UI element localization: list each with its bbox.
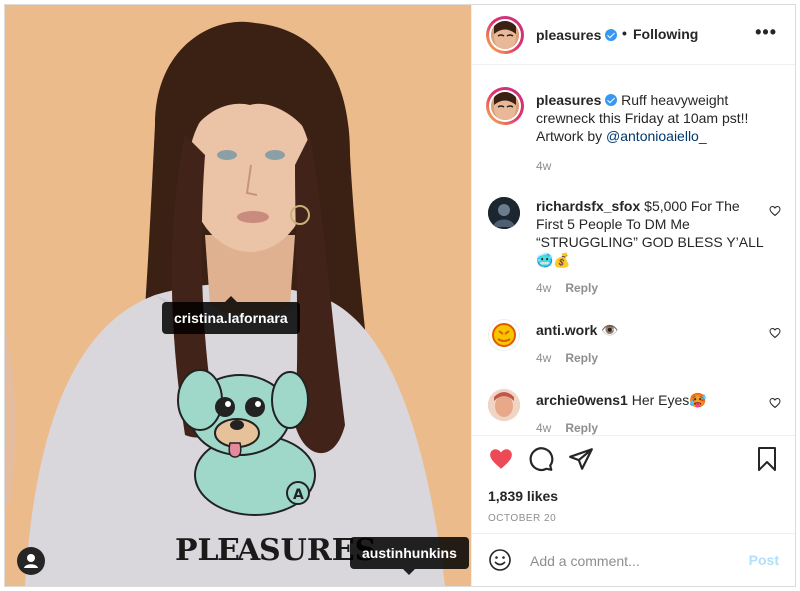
caption-avatar[interactable] <box>486 87 524 125</box>
comment-item: archie0wens1 Her Eyes🥵 4w Reply <box>472 385 795 435</box>
more-options-icon[interactable]: ••• <box>755 22 777 43</box>
caption-username[interactable]: pleasures <box>536 92 601 108</box>
photo-tag-austin[interactable]: austinhunkins <box>350 537 469 575</box>
comment-body: richardsfx_sfox $5,000 For The First 5 P… <box>536 197 768 269</box>
following-button[interactable]: Following <box>633 26 698 42</box>
comments-list[interactable]: pleasures Ruff heavyweight crewneck this… <box>472 65 795 435</box>
person-icon <box>24 554 38 568</box>
comment-username[interactable]: anti.work <box>536 322 597 338</box>
post-comment-button[interactable]: Post <box>749 552 779 568</box>
comment-time[interactable]: 4w <box>536 351 551 365</box>
comment-text: 👁️ <box>601 322 619 338</box>
bookmark-icon[interactable] <box>755 446 779 472</box>
photo-tag-cristina[interactable]: cristina.lafornara <box>162 296 300 334</box>
svg-text:A: A <box>293 487 304 503</box>
post-header: pleasures • Following ••• <box>472 5 795 65</box>
caption-meta: 4w <box>536 159 551 173</box>
header-separator: • <box>622 25 627 41</box>
comment-meta: 4w Reply <box>536 421 598 435</box>
comment-text: Her Eyes🥵 <box>631 392 707 408</box>
instagram-post-modal: A PL E A SURES cristina.lafornara austin… <box>4 4 796 587</box>
caption-time[interactable]: 4w <box>536 159 551 173</box>
comment-item: richardsfx_sfox $5,000 For The First 5 P… <box>472 193 795 303</box>
likes-count[interactable]: 1,839 likes <box>488 488 558 504</box>
comment-icon[interactable] <box>528 446 554 472</box>
comment-meta: 4w Reply <box>536 281 598 295</box>
comment-time[interactable]: 4w <box>536 281 551 295</box>
svg-text:A: A <box>236 533 261 568</box>
comment-item: anti.work 👁️ 4w Reply <box>472 315 795 375</box>
emoji-smiley-icon[interactable] <box>488 548 512 572</box>
comment-body: archie0wens1 Her Eyes🥵 <box>536 391 768 409</box>
comment-avatar[interactable] <box>488 197 520 229</box>
add-comment-bar: Post <box>472 533 795 586</box>
reply-button[interactable]: Reply <box>565 281 598 295</box>
comment-meta: 4w Reply <box>536 351 598 365</box>
comment-avatar[interactable] <box>488 319 520 351</box>
comment-avatar[interactable] <box>488 389 520 421</box>
like-heart-icon[interactable] <box>488 446 514 472</box>
mention-link[interactable]: @antonioaiello_ <box>606 128 707 144</box>
reply-button[interactable]: Reply <box>565 351 598 365</box>
post-actions: 1,839 likes OCTOBER 20 <box>472 435 795 535</box>
post-side-panel: pleasures • Following ••• pleasures Ruff… <box>471 5 795 586</box>
post-date[interactable]: OCTOBER 20 <box>488 513 556 524</box>
like-comment-heart-icon[interactable] <box>769 327 781 339</box>
comment-username[interactable]: richardsfx_sfox <box>536 198 640 214</box>
verified-badge-icon <box>605 29 618 41</box>
header-username-text[interactable]: pleasures <box>536 27 601 43</box>
comment-username[interactable]: archie0wens1 <box>536 392 628 408</box>
comment-body: anti.work 👁️ <box>536 321 768 339</box>
post-photo[interactable]: A PL E A SURES cristina.lafornara austin… <box>5 5 471 586</box>
share-icon[interactable] <box>568 446 594 472</box>
reply-button[interactable]: Reply <box>565 421 598 435</box>
comment-time[interactable]: 4w <box>536 421 551 435</box>
like-comment-heart-icon[interactable] <box>769 205 781 217</box>
comment-input[interactable] <box>528 546 742 576</box>
like-comment-heart-icon[interactable] <box>769 397 781 409</box>
header-username[interactable]: pleasures <box>536 27 618 43</box>
verified-badge-icon <box>605 94 618 106</box>
svg-text:PL: PL <box>175 533 219 568</box>
photo-scene: A PL E A SURES <box>5 5 471 586</box>
user-tags-button[interactable] <box>17 547 45 575</box>
avatar[interactable] <box>486 16 524 54</box>
caption-body: pleasures Ruff heavyweight crewneck this… <box>536 91 776 145</box>
caption: pleasures Ruff heavyweight crewneck this… <box>472 75 795 185</box>
